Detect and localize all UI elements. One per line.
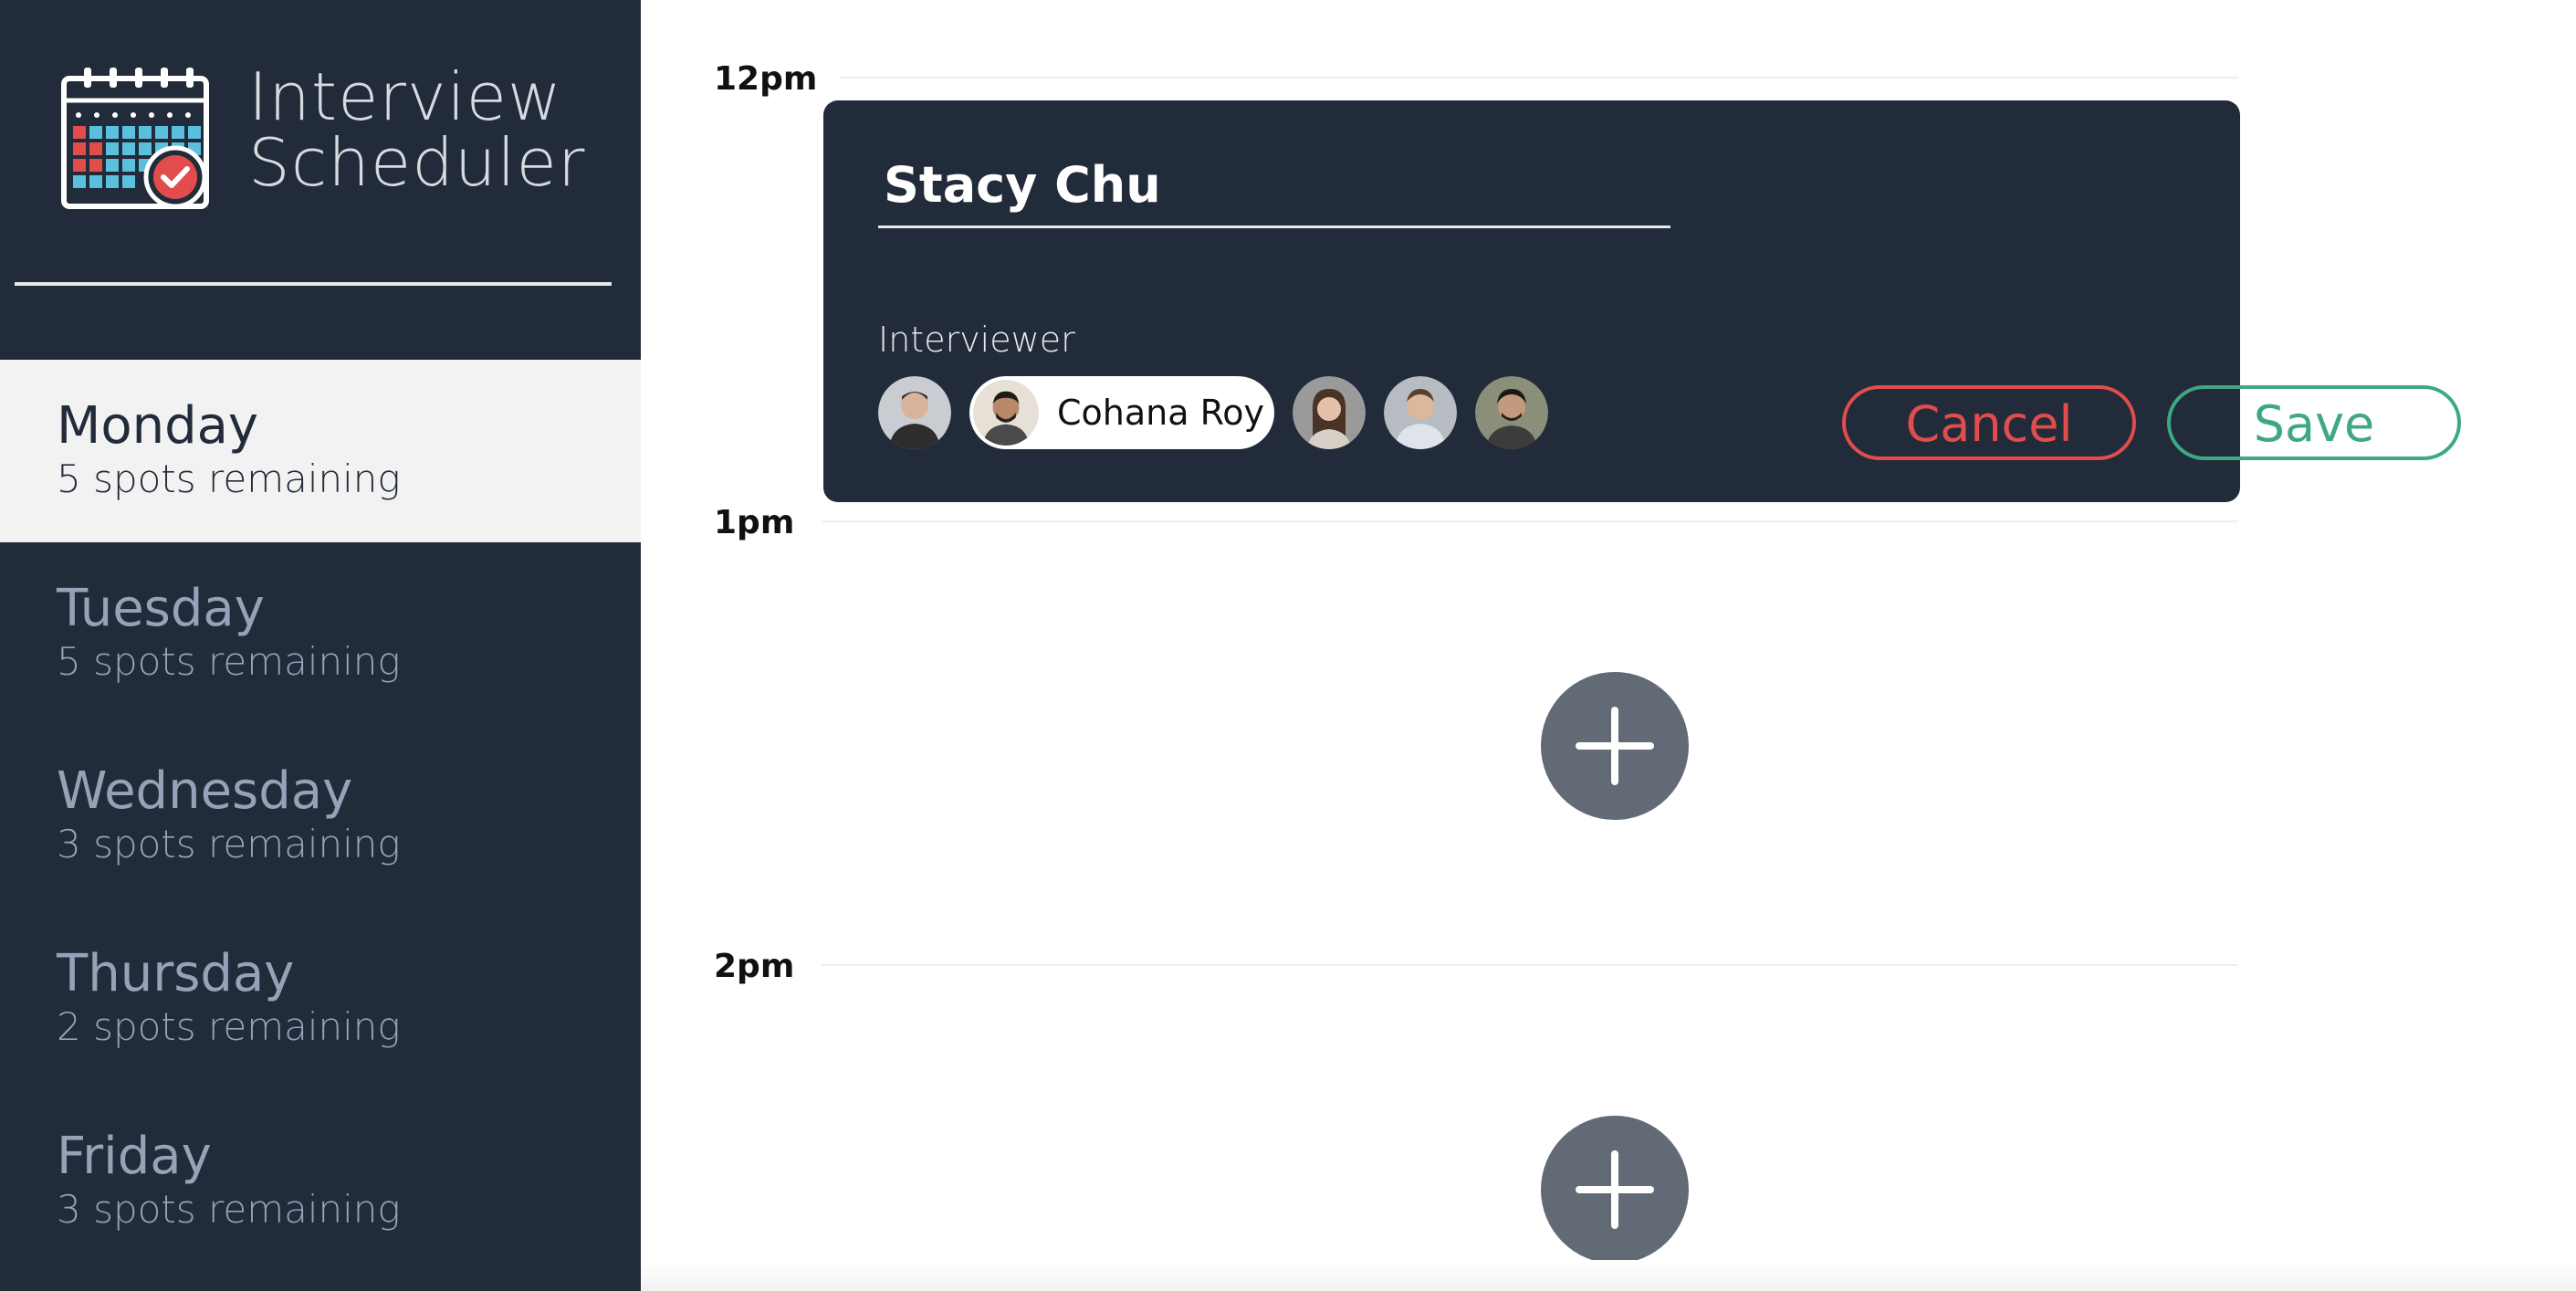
- add-appointment-button[interactable]: [1541, 1116, 1689, 1264]
- person-icon: [1293, 376, 1366, 449]
- day-item-monday[interactable]: Monday 5 spots remaining: [0, 360, 641, 542]
- time-label-2pm: 2pm: [714, 948, 795, 985]
- day-spots-remaining: 3 spots remaining: [57, 1187, 401, 1232]
- interviewer-avatar-3[interactable]: [1293, 376, 1366, 449]
- day-name: Friday: [57, 1127, 212, 1186]
- cancel-button[interactable]: Cancel: [1842, 385, 2136, 460]
- calendar-check-icon: [61, 68, 209, 209]
- interviewer-list: Cohana Roy: [878, 376, 1566, 449]
- day-name: Wednesday: [57, 761, 353, 821]
- app-title: Interview Scheduler: [248, 64, 585, 195]
- day-name: Thursday: [57, 944, 295, 1003]
- person-icon: [973, 380, 1039, 446]
- hour-divider: [822, 964, 2238, 966]
- app-title-line1: Interview: [248, 58, 562, 135]
- student-name-input[interactable]: [878, 144, 1670, 228]
- day-item-thursday[interactable]: Thursday 2 spots remaining: [0, 908, 641, 1090]
- time-label-1pm: 1pm: [714, 504, 795, 541]
- appointment-form: Interviewer Cohana Roy: [823, 100, 2461, 502]
- bottom-fade: [641, 1260, 2576, 1291]
- interviewer-avatar-5[interactable]: [1475, 376, 1548, 449]
- day-spots-remaining: 5 spots remaining: [57, 457, 401, 501]
- sidebar-divider: [15, 282, 612, 286]
- interviewer-avatar-selected[interactable]: Cohana Roy: [969, 376, 1274, 449]
- time-label-12pm: 12pm: [714, 60, 818, 98]
- plus-icon: [1576, 707, 1654, 785]
- hour-divider: [822, 520, 2238, 522]
- interviewer-avatar-1[interactable]: [878, 376, 951, 449]
- day-item-tuesday[interactable]: Tuesday 5 spots remaining: [0, 542, 641, 725]
- person-icon: [1475, 376, 1548, 449]
- person-icon: [1384, 376, 1457, 449]
- day-item-friday[interactable]: Friday 3 spots remaining: [0, 1090, 641, 1273]
- schedule: 12pm Interviewer: [641, 0, 2576, 1291]
- plus-icon: [1576, 1150, 1654, 1229]
- day-spots-remaining: 5 spots remaining: [57, 639, 401, 684]
- interviewer-name: Cohana Roy: [1057, 393, 1265, 433]
- person-icon: [878, 376, 951, 449]
- interviewer-label: Interviewer: [878, 320, 1075, 360]
- day-list: Monday 5 spots remaining Tuesday 5 spots…: [0, 360, 641, 1273]
- interviewer-avatar-4[interactable]: [1384, 376, 1457, 449]
- add-appointment-button[interactable]: [1541, 672, 1689, 820]
- app-title-line2: Scheduler: [248, 124, 586, 201]
- day-name: Monday: [57, 396, 259, 456]
- hour-divider: [840, 77, 2238, 79]
- day-spots-remaining: 3 spots remaining: [57, 822, 401, 866]
- day-item-wednesday[interactable]: Wednesday 3 spots remaining: [0, 725, 641, 908]
- save-button[interactable]: Save: [2167, 385, 2461, 460]
- day-spots-remaining: 2 spots remaining: [57, 1004, 401, 1049]
- sidebar: Interview Scheduler Monday 5 spots remai…: [0, 0, 641, 1291]
- day-name: Tuesday: [57, 579, 265, 638]
